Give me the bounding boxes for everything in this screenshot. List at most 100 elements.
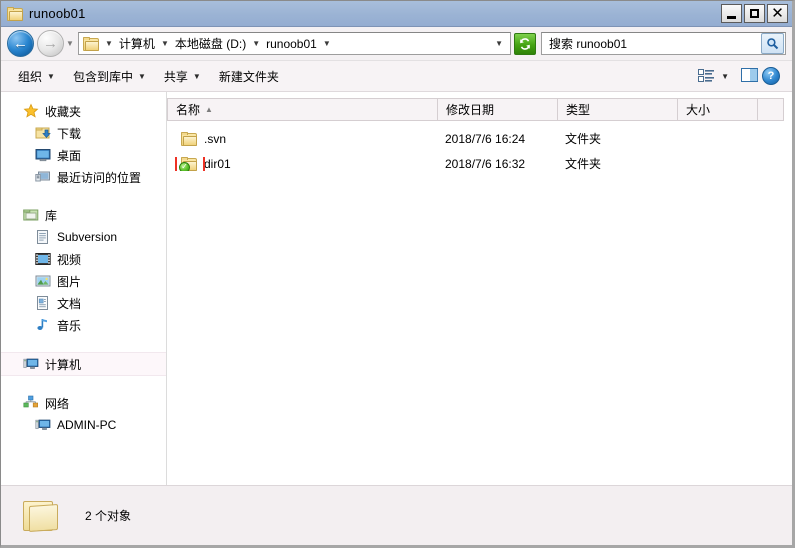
sidebar-item-downloads[interactable]: 下载 (1, 122, 166, 144)
file-name-cell[interactable]: ✓ dir01 (167, 156, 437, 171)
column-header-size[interactable]: 大小 (678, 99, 758, 120)
minimize-button[interactable] (721, 4, 742, 23)
column-header-name-label: 名称 (176, 103, 201, 117)
breadcrumb-separator-2[interactable]: ▼ (250, 39, 262, 48)
view-dropdown-button[interactable]: ▼ (719, 72, 737, 81)
organize-label: 组织 (18, 69, 43, 84)
video-icon (35, 251, 51, 267)
file-type-cell: 文件夹 (565, 132, 602, 146)
column-header-type[interactable]: 类型 (558, 99, 678, 120)
window-controls: ✕ (721, 4, 788, 23)
breadcrumb-separator-0[interactable]: ▼ (103, 39, 115, 48)
new-folder-label: 新建文件夹 (218, 69, 279, 84)
sidebar-group-libraries[interactable]: 库 (1, 204, 166, 226)
file-date-cell: 2018/7/6 16:24 (445, 131, 526, 146)
sidebar-group-network[interactable]: 网络 (1, 392, 166, 414)
sort-ascending-icon: ▲ (205, 105, 213, 114)
file-date-cell: 2018/7/6 16:32 (445, 156, 526, 171)
search-input[interactable]: 搜索 runoob01 (549, 35, 761, 52)
sidebar-group-network-label: 网络 (45, 396, 70, 411)
help-button[interactable]: ? (762, 67, 780, 85)
forward-arrow-icon: → (43, 35, 58, 52)
column-headers: 名称 ▲ 修改日期 类型 大小 (167, 98, 784, 121)
sidebar-item-desktop[interactable]: 桌面 (1, 144, 166, 166)
close-button[interactable]: ✕ (767, 4, 788, 23)
sidebar-item-computer-label: 计算机 (45, 357, 82, 372)
sidebar-item-recent-places-label: 最近访问的位置 (57, 170, 142, 185)
chevron-down-icon: ▼ (192, 71, 201, 81)
sidebar-item-documents[interactable]: 文档 (1, 292, 166, 314)
sidebar-item-music[interactable]: 音乐 (1, 314, 166, 336)
include-in-library-label: 包含到库中 (72, 69, 133, 84)
document-icon (35, 229, 51, 245)
address-bar: ← → ▼ ▼ 计算机 ▼ 本地磁盘 (D:) ▼ runoob01 ▼ ▼ 搜… (1, 27, 792, 61)
table-row[interactable]: .svn 2018/7/6 16:24 文件夹 (167, 126, 784, 151)
forward-button[interactable]: → (37, 30, 64, 57)
table-row[interactable]: ✓ dir01 2018/7/6 16:32 文件夹 (167, 151, 784, 176)
include-in-library-menu[interactable]: 包含到库中 ▼ (64, 65, 155, 88)
sidebar-item-pictures-label: 图片 (57, 274, 82, 289)
view-list-icon (698, 69, 715, 82)
address-dropdown-icon[interactable]: ▼ (493, 39, 508, 48)
column-header-size-label: 大小 (686, 103, 711, 117)
file-name-cell[interactable]: .svn (167, 131, 437, 146)
sidebar-item-videos-label: 视频 (57, 252, 82, 267)
breadcrumb: ▼ 计算机 ▼ 本地磁盘 (D:) ▼ runoob01 ▼ (103, 33, 493, 54)
explorer-window: runoob01 ✕ ← → ▼ ▼ 计算机 ▼ 本地磁盘 (D:) ▼ run… (0, 0, 795, 548)
column-header-type-label: 类型 (566, 103, 591, 117)
breadcrumb-item-computer[interactable]: 计算机 (115, 33, 159, 54)
file-name-label: .svn (204, 131, 227, 146)
sidebar-item-pictures[interactable]: 图片 (1, 270, 166, 292)
open-folder-icon (21, 499, 61, 533)
file-name-label: dir01 (204, 156, 231, 171)
back-button[interactable]: ← (7, 30, 34, 57)
sidebar-group-favorites-label: 收藏夹 (45, 104, 82, 119)
organize-menu[interactable]: 组织 ▼ (9, 65, 64, 88)
maximize-button[interactable] (744, 4, 765, 23)
main-area: 收藏夹 下载 桌面 最近访问的位置 库 Subversion 视频 图片 文档 … (1, 92, 792, 485)
downloads-icon (35, 125, 51, 141)
folder-icon: ✓ (179, 156, 197, 171)
change-view-button[interactable] (698, 69, 715, 83)
sidebar-item-subversion[interactable]: Subversion (1, 226, 166, 248)
history-dropdown-button[interactable]: ▼ (64, 39, 76, 48)
breadcrumb-item-runoob01[interactable]: runoob01 (262, 35, 321, 53)
refresh-button[interactable] (514, 32, 536, 55)
pictures-icon (35, 273, 51, 289)
search-box[interactable]: 搜索 runoob01 (541, 32, 786, 55)
preview-pane-button[interactable] (741, 67, 758, 85)
new-folder-button[interactable]: 新建文件夹 (210, 65, 288, 88)
breadcrumb-separator-1[interactable]: ▼ (159, 39, 171, 48)
sidebar-item-computer[interactable]: 计算机 (1, 352, 166, 376)
sidebar-item-videos[interactable]: 视频 (1, 248, 166, 270)
music-icon (35, 317, 51, 333)
navigation-pane: 收藏夹 下载 桌面 最近访问的位置 库 Subversion 视频 图片 文档 … (1, 92, 167, 485)
share-menu[interactable]: 共享 ▼ (155, 65, 210, 88)
column-header-name[interactable]: 名称 ▲ (168, 99, 438, 120)
sidebar-item-admin-pc[interactable]: ADMIN-PC (1, 414, 166, 436)
file-rows: .svn 2018/7/6 16:24 文件夹 ✓ dir01 2018/7/6… (167, 121, 784, 176)
file-type-cell: 文件夹 (565, 157, 602, 171)
sidebar-item-recent-places[interactable]: 最近访问的位置 (1, 166, 166, 188)
title-bar: runoob01 ✕ (1, 1, 792, 27)
close-icon: ✕ (771, 4, 784, 22)
maximize-icon (750, 9, 759, 18)
column-header-date-modified[interactable]: 修改日期 (438, 99, 558, 120)
breadcrumb-bar[interactable]: ▼ 计算机 ▼ 本地磁盘 (D:) ▼ runoob01 ▼ ▼ (78, 32, 511, 55)
item-count-label: 2 个对象 (85, 509, 132, 523)
library-icon (23, 207, 39, 223)
sidebar-group-favorites[interactable]: 收藏夹 (1, 100, 166, 122)
preview-pane-icon (741, 67, 758, 82)
sidebar-item-documents-label: 文档 (57, 296, 82, 311)
sidebar-group-libraries-label: 库 (45, 208, 58, 223)
svn-versioned-check-icon: ✓ (179, 161, 190, 171)
sidebar-item-subversion-label: Subversion (57, 230, 118, 244)
breadcrumb-separator-3[interactable]: ▼ (321, 39, 333, 48)
column-header-date-modified-label: 修改日期 (446, 103, 495, 117)
search-button[interactable] (761, 33, 784, 54)
star-icon (23, 103, 39, 119)
breadcrumb-item-local-disk-d[interactable]: 本地磁盘 (D:) (171, 33, 250, 54)
